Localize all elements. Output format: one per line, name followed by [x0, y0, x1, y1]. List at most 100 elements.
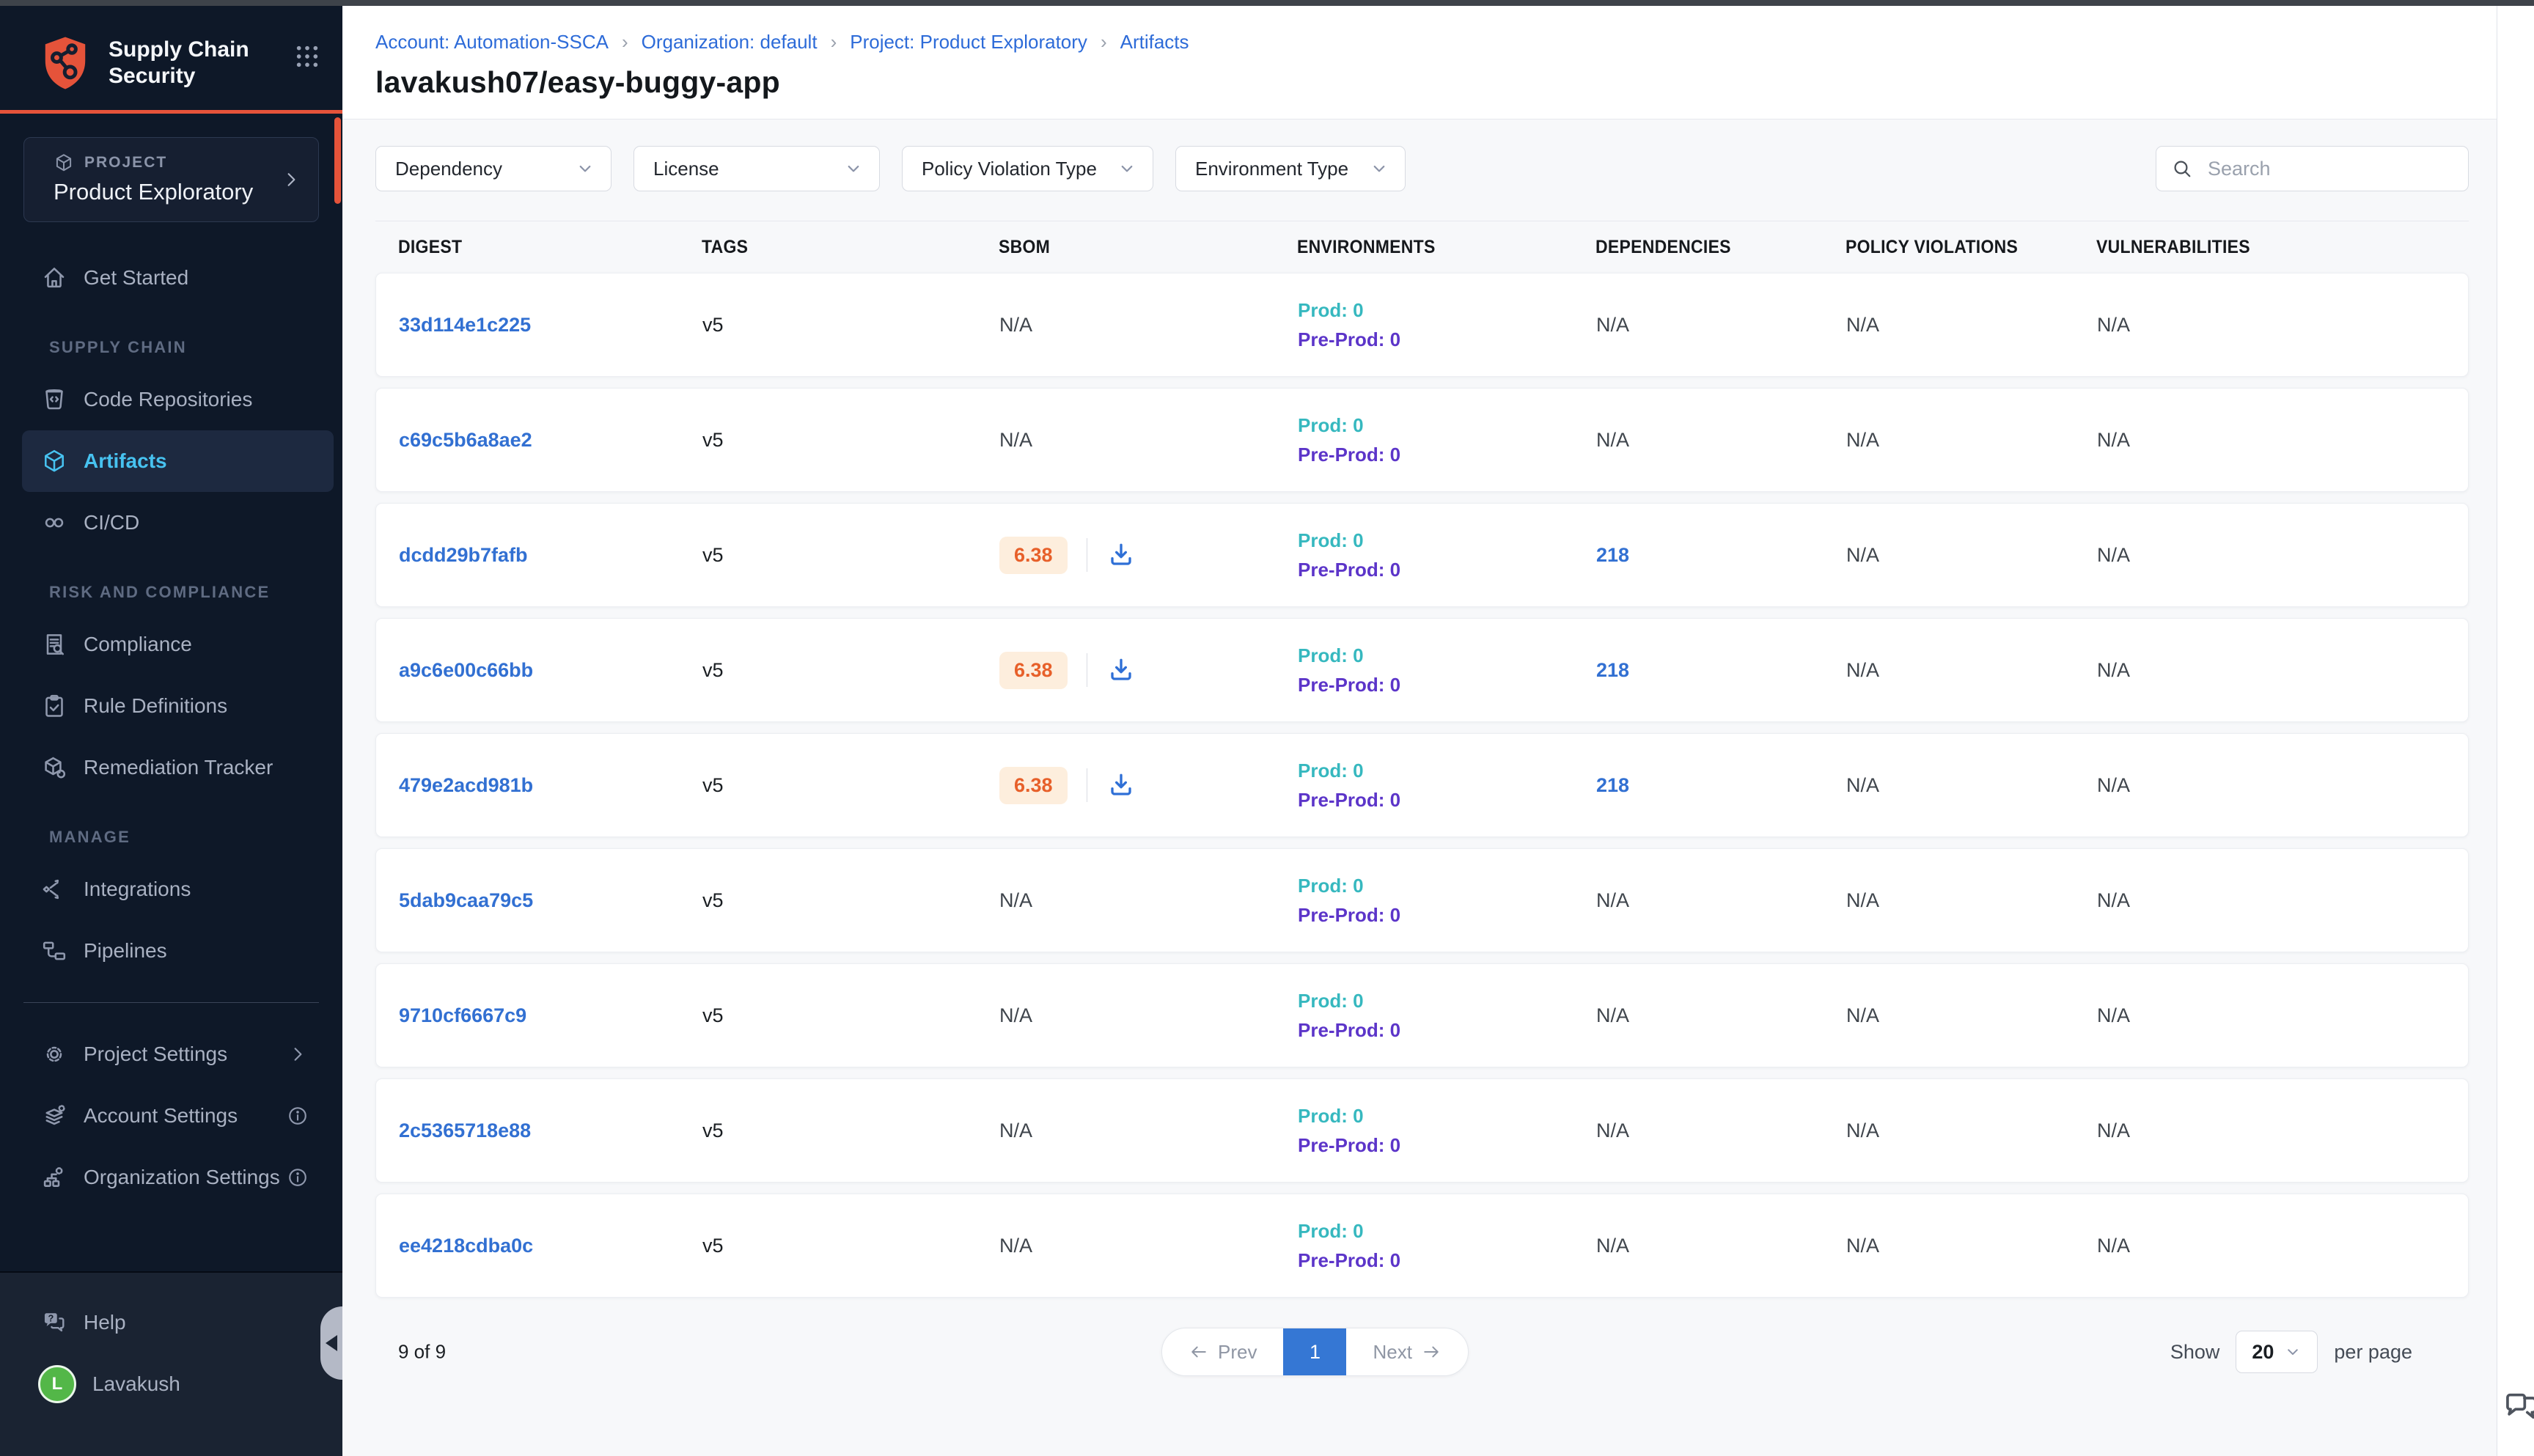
sbom-score-badge: 6.38 — [999, 652, 1068, 689]
sidebar-item-rule-definitions[interactable]: Rule Definitions — [0, 675, 334, 737]
env-preprod-count[interactable]: Pre-Prod: 0 — [1298, 444, 1596, 466]
sidebar-item-pipelines[interactable]: Pipelines — [0, 920, 334, 982]
dependencies-value[interactable]: 218 — [1596, 774, 1629, 796]
table-header-row: DIGESTTAGSSBOMENVIRONMENTSDEPENDENCIESPO… — [375, 221, 2469, 273]
env-prod-count[interactable]: Prod: 0 — [1298, 875, 1596, 897]
main-content: Account: Automation-SSCA›Organization: d… — [342, 6, 2534, 1456]
sidebar-item-compliance[interactable]: Compliance — [0, 614, 334, 675]
filter-dropdown-policy-violation-type[interactable]: Policy Violation Type — [902, 146, 1153, 191]
env-prod-count[interactable]: Prod: 0 — [1298, 414, 1596, 437]
search-input[interactable] — [2206, 157, 2453, 181]
column-header-dependencies: DEPENDENCIES — [1595, 237, 1826, 258]
env-preprod-count[interactable]: Pre-Prod: 0 — [1298, 904, 1596, 927]
sbom-download-button[interactable] — [1106, 540, 1136, 570]
page-1-button[interactable]: 1 — [1283, 1328, 1346, 1375]
environments-cell: Prod: 0 Pre-Prod: 0 — [1298, 414, 1596, 466]
tag-cell: v5 — [702, 314, 999, 337]
policy-violations-cell: N/A — [1846, 314, 2097, 337]
table-row: 5dab9caa79c5v5N/AProd: 0Pre-Prod: 0N/AN/… — [375, 848, 2469, 952]
digest-link[interactable]: 479e2acd981b — [399, 774, 533, 796]
filter-dropdown-license[interactable]: License — [634, 146, 880, 191]
env-preprod-count[interactable]: Pre-Prod: 0 — [1298, 789, 1596, 812]
dependencies-value[interactable]: 218 — [1596, 544, 1629, 566]
env-preprod-count[interactable]: Pre-Prod: 0 — [1298, 674, 1596, 696]
chat-support-icon[interactable] — [2502, 1389, 2534, 1427]
dependencies-value[interactable]: 218 — [1596, 659, 1629, 681]
sbom-download-button[interactable] — [1106, 655, 1136, 685]
sbom-divider — [1087, 653, 1088, 687]
filter-dropdown-dependency[interactable]: Dependency — [375, 146, 612, 191]
digest-link[interactable]: 33d114e1c225 — [399, 314, 531, 336]
env-prod-count[interactable]: Prod: 0 — [1298, 760, 1596, 782]
filter-dropdown-environment-type[interactable]: Environment Type — [1175, 146, 1406, 191]
env-prod-count[interactable]: Prod: 0 — [1298, 990, 1596, 1012]
module-header: Supply ChainSecurity — [0, 6, 342, 91]
doc-search-icon — [41, 631, 67, 658]
digest-link[interactable]: 9710cf6667c9 — [399, 1004, 526, 1026]
digest-cell: 9710cf6667c9 — [399, 1004, 702, 1027]
sidebar-item-integrations[interactable]: Integrations — [0, 858, 334, 920]
env-prod-count[interactable]: Prod: 0 — [1298, 529, 1596, 552]
page-title: lavakush07/easy-buggy-app — [375, 65, 2534, 100]
sidebar-item-ci-cd[interactable]: CI/CD — [0, 492, 334, 554]
env-prod-count[interactable]: Prod: 0 — [1298, 644, 1596, 667]
sidebar-item-code-repositories[interactable]: Code Repositories — [0, 369, 334, 430]
module-title: Supply ChainSecurity — [109, 37, 293, 89]
breadcrumb-link-account-automation-ssca[interactable]: Account: Automation-SSCA — [375, 31, 609, 54]
app-grid-icon[interactable] — [293, 42, 322, 71]
sidebar-item-get-started[interactable]: Get Started — [0, 247, 334, 309]
digest-link[interactable]: ee4218cdba0c — [399, 1235, 533, 1257]
digest-cell: c69c5b6a8ae2 — [399, 429, 702, 452]
breadcrumb-link-organization-default[interactable]: Organization: default — [642, 31, 818, 54]
sbom-na: N/A — [999, 314, 1032, 337]
sidebar-item-help[interactable]: ? Help — [0, 1292, 334, 1353]
sbom-na: N/A — [999, 1004, 1032, 1027]
chevron-down-icon — [576, 159, 595, 178]
project-selector[interactable]: PROJECT Product Exploratory — [23, 137, 319, 222]
table-row: a9c6e00c66bbv56.38Prod: 0Pre-Prod: 0218N… — [375, 618, 2469, 722]
env-preprod-count[interactable]: Pre-Prod: 0 — [1298, 1134, 1596, 1157]
env-prod-count[interactable]: Prod: 0 — [1298, 1105, 1596, 1128]
digest-link[interactable]: dcdd29b7fafb — [399, 544, 528, 566]
dependencies-cell: N/A — [1596, 1004, 1846, 1027]
digest-cell: ee4218cdba0c — [399, 1235, 702, 1257]
digest-link[interactable]: a9c6e00c66bb — [399, 659, 533, 681]
sidebar-item-account-settings[interactable]: Account Settings — [0, 1085, 334, 1147]
breadcrumb-link-artifacts[interactable]: Artifacts — [1120, 31, 1189, 54]
info-icon — [287, 1105, 309, 1127]
tag-cell: v5 — [702, 1119, 999, 1142]
sidebar-item-organization-settings[interactable]: Organization Settings — [0, 1147, 334, 1208]
env-preprod-count[interactable]: Pre-Prod: 0 — [1298, 1249, 1596, 1272]
prev-page-button[interactable]: Prev — [1162, 1328, 1283, 1375]
next-page-button[interactable]: Next — [1346, 1328, 1467, 1375]
digest-cell: 479e2acd981b — [399, 774, 702, 797]
column-header-digest: DIGEST — [398, 237, 677, 258]
env-preprod-count[interactable]: Pre-Prod: 0 — [1298, 1019, 1596, 1042]
digest-link[interactable]: 2c5365718e88 — [399, 1119, 531, 1141]
sidebar-item-remediation-tracker[interactable]: Remediation Tracker — [0, 737, 334, 798]
sbom-na: N/A — [999, 1235, 1032, 1257]
env-preprod-count[interactable]: Pre-Prod: 0 — [1298, 328, 1596, 351]
dependencies-value: N/A — [1596, 314, 1629, 336]
sidebar-collapse-toggle[interactable] — [320, 1306, 342, 1380]
sidebar-item-project-settings[interactable]: Project Settings — [0, 1023, 334, 1085]
env-prod-count[interactable]: Prod: 0 — [1298, 1220, 1596, 1243]
sbom-download-button[interactable] — [1106, 771, 1136, 800]
sidebar-scrollbar-thumb[interactable] — [334, 117, 341, 204]
user-profile[interactable]: L Lavakush — [0, 1353, 342, 1415]
sidebar-item-artifacts[interactable]: Artifacts — [22, 430, 334, 492]
sidebar-item-label: Rule Definitions — [84, 694, 227, 718]
chevron-down-icon — [1370, 159, 1389, 178]
env-preprod-count[interactable]: Pre-Prod: 0 — [1298, 559, 1596, 581]
breadcrumb-link-project-product-exploratory[interactable]: Project: Product Exploratory — [850, 31, 1087, 54]
tag-cell: v5 — [702, 774, 999, 797]
env-prod-count[interactable]: Prod: 0 — [1298, 299, 1596, 322]
digest-link[interactable]: c69c5b6a8ae2 — [399, 429, 532, 451]
page-size-select[interactable]: 20 — [2236, 1331, 2318, 1373]
search-box — [2156, 146, 2469, 191]
filter-label: Environment Type — [1195, 158, 1348, 180]
digest-link[interactable]: 5dab9caa79c5 — [399, 889, 533, 911]
page-size-control: Show 20 per page — [2170, 1331, 2412, 1373]
tag-cell: v5 — [702, 429, 999, 452]
dependencies-value: N/A — [1596, 1004, 1629, 1026]
